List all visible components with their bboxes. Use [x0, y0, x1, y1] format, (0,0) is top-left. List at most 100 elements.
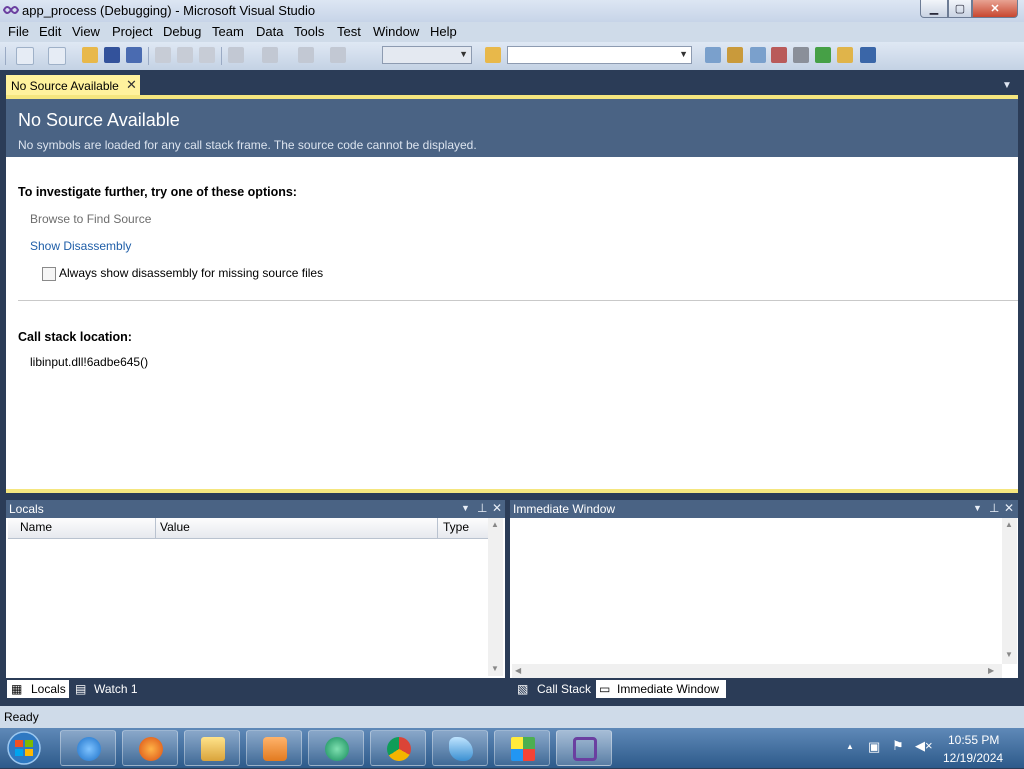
taskbar-app-active[interactable]	[556, 730, 612, 766]
page-title: No Source Available	[18, 110, 180, 130]
close-pane-icon[interactable]: ✕	[1004, 501, 1014, 515]
start-page-icon[interactable]	[815, 47, 831, 63]
extension-manager-icon[interactable]	[837, 47, 853, 63]
scroll-down-icon[interactable]: ▼	[491, 664, 499, 673]
navigate-forward-icon[interactable]	[330, 47, 346, 63]
locals-title: Locals	[9, 502, 44, 516]
minimize-button[interactable]: ▁	[920, 0, 948, 18]
tab-immediate-window[interactable]: ▭ Immediate Window	[596, 680, 726, 698]
menu-team[interactable]: Team	[212, 24, 244, 39]
tab-watch-1[interactable]: ▤ Watch 1	[72, 680, 142, 698]
undo-icon[interactable]	[228, 47, 244, 63]
tab-label: Immediate Window	[617, 682, 720, 696]
volume-muted-icon[interactable]: ◀×	[915, 738, 933, 754]
find-in-files-icon[interactable]	[485, 47, 501, 63]
tab-call-stack[interactable]: ▧ Call Stack	[514, 680, 592, 698]
menu-window[interactable]: Window	[373, 24, 419, 39]
taskbar-app[interactable]	[308, 730, 364, 766]
divider	[18, 300, 1018, 301]
scroll-right-icon[interactable]: ▶	[988, 666, 994, 675]
start-button[interactable]	[4, 730, 44, 766]
immediate-hscroll[interactable]: ◀ ▶	[512, 664, 1002, 678]
locals-scrollbar[interactable]: ▲ ▼	[488, 518, 503, 676]
redo-icon[interactable]	[262, 47, 278, 63]
menu-tools[interactable]: Tools	[294, 24, 324, 39]
menu-view[interactable]: View	[72, 24, 100, 39]
taskbar-app[interactable]	[60, 730, 116, 766]
browse-to-find-source-link[interactable]: Browse to Find Source	[30, 212, 151, 226]
menu-debug[interactable]: Debug	[163, 24, 201, 39]
show-disassembly-link[interactable]: Show Disassembly	[30, 239, 131, 253]
new-project-icon[interactable]	[16, 47, 34, 65]
show-hidden-icons-chevron-icon[interactable]: ▲	[846, 742, 854, 751]
scroll-up-icon[interactable]: ▲	[1005, 520, 1013, 529]
maximize-button[interactable]: ▢	[948, 0, 972, 18]
tab-no-source-available[interactable]: No Source Available ✕	[6, 75, 140, 96]
open-folder-icon[interactable]	[82, 47, 98, 63]
taskbar-app[interactable]	[432, 730, 488, 766]
messenger-icon	[325, 737, 349, 761]
cut-icon[interactable]	[155, 47, 171, 63]
solution-configuration-select[interactable]: ▼	[382, 46, 472, 64]
scroll-up-icon[interactable]: ▲	[491, 520, 499, 529]
command-window-icon[interactable]	[860, 47, 876, 63]
action-center-flag-icon[interactable]: ⚑	[892, 738, 904, 754]
taskbar-app[interactable]	[370, 730, 426, 766]
immediate-pane[interactable]	[510, 518, 1018, 678]
navigate-backward-icon[interactable]	[298, 47, 314, 63]
clock-time[interactable]: 10:55 PM	[948, 733, 999, 747]
clock-date[interactable]: 12/19/2024	[943, 751, 1003, 765]
save-all-icon[interactable]	[126, 47, 142, 63]
column-value[interactable]: Value	[160, 520, 190, 534]
window-position-chevron-icon[interactable]: ▼	[973, 503, 982, 513]
bird-app-icon	[449, 737, 473, 761]
no-source-document: No Source Available No symbols are loade…	[6, 95, 1018, 493]
column-type[interactable]: Type	[443, 520, 469, 534]
network-icon[interactable]: ▣	[868, 739, 880, 755]
menu-test[interactable]: Test	[337, 24, 361, 39]
immediate-vscroll[interactable]: ▲ ▼	[1002, 518, 1017, 664]
menu-project[interactable]: Project	[112, 24, 152, 39]
paste-icon[interactable]	[199, 47, 215, 63]
window-title: app_process (Debugging) - Microsoft Visu…	[22, 3, 316, 18]
find-icon[interactable]	[705, 47, 721, 63]
tab-locals[interactable]: ▦ Locals	[7, 680, 69, 698]
locals-tab-icon: ▦	[11, 682, 23, 696]
window-position-chevron-icon[interactable]: ▼	[461, 503, 470, 513]
close-button[interactable]: ✕	[972, 0, 1018, 18]
column-resizer[interactable]	[437, 518, 438, 538]
pin-icon[interactable]: ⊥	[477, 501, 487, 515]
taskbar-app[interactable]	[246, 730, 302, 766]
taskbar-app[interactable]	[184, 730, 240, 766]
close-tab-icon[interactable]: ✕	[126, 77, 137, 93]
watch-tab-icon: ▤	[75, 682, 87, 696]
copy-icon[interactable]	[177, 47, 193, 63]
solution-explorer-icon[interactable]	[727, 47, 743, 63]
immediate-pane-header: Immediate Window ▼ ⊥ ✕	[510, 500, 1018, 518]
taskbar-app[interactable]	[494, 730, 550, 766]
properties-icon[interactable]	[750, 47, 766, 63]
tab-label: Locals	[31, 682, 66, 696]
pin-icon[interactable]: ⊥	[989, 501, 999, 515]
add-item-icon[interactable]	[48, 47, 66, 65]
menu-help[interactable]: Help	[430, 24, 457, 39]
save-icon[interactable]	[104, 47, 120, 63]
menu-data[interactable]: Data	[256, 24, 283, 39]
column-name[interactable]: Name	[20, 520, 52, 534]
always-show-disassembly-checkbox[interactable]	[42, 267, 56, 281]
locals-pane	[6, 518, 505, 678]
immediate-title: Immediate Window	[513, 502, 616, 516]
scroll-down-icon[interactable]: ▼	[1005, 650, 1013, 659]
find-combo[interactable]: ▼	[507, 46, 692, 64]
menu-edit[interactable]: Edit	[39, 24, 61, 39]
taskbar-app[interactable]	[122, 730, 178, 766]
toolbar-separator	[148, 47, 149, 65]
toolbar-grip[interactable]	[5, 47, 6, 65]
scroll-left-icon[interactable]: ◀	[515, 666, 521, 675]
menu-file[interactable]: File	[8, 24, 29, 39]
column-resizer[interactable]	[155, 518, 156, 538]
toolbox-icon[interactable]	[793, 47, 809, 63]
object-browser-icon[interactable]	[771, 47, 787, 63]
close-pane-icon[interactable]: ✕	[492, 501, 502, 515]
tab-list-chevron-icon[interactable]: ▼	[1002, 80, 1012, 91]
